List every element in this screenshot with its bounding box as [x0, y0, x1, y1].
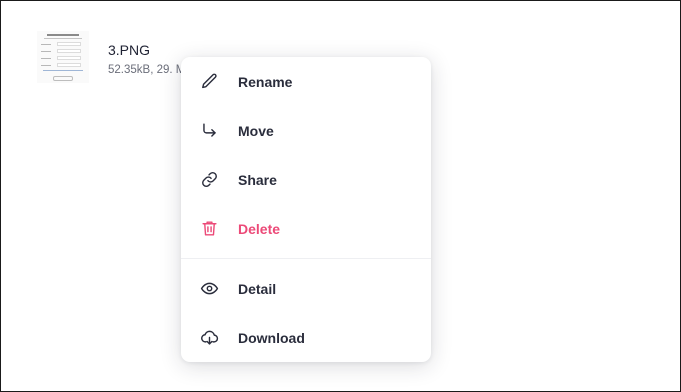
app-window: 3.PNG 52.35kB, 29. M Rename Move Share D… — [0, 0, 681, 392]
eye-icon — [200, 279, 219, 298]
menu-item-label: Move — [238, 122, 274, 139]
pencil-icon — [200, 72, 219, 91]
menu-item-label: Share — [238, 171, 277, 188]
context-menu: Rename Move Share Delete Detail Download — [181, 57, 431, 362]
menu-item-download[interactable]: Download — [181, 313, 431, 362]
menu-item-move[interactable]: Move — [181, 106, 431, 155]
menu-item-label: Detail — [238, 280, 277, 297]
menu-divider — [181, 258, 431, 259]
menu-item-delete[interactable]: Delete — [181, 204, 431, 253]
cloud-download-icon — [200, 328, 219, 347]
file-thumbnail[interactable] — [37, 31, 89, 83]
menu-item-rename[interactable]: Rename — [181, 57, 431, 106]
file-name[interactable]: 3.PNG — [108, 42, 150, 58]
menu-item-share[interactable]: Share — [181, 155, 431, 204]
link-icon — [200, 170, 219, 189]
menu-item-label: Download — [238, 329, 305, 346]
trash-icon — [200, 219, 219, 238]
menu-item-detail[interactable]: Detail — [181, 264, 431, 313]
file-meta: 52.35kB, 29. M — [108, 64, 186, 76]
menu-item-label: Rename — [238, 73, 293, 90]
arrow-turn-down-right-icon — [200, 121, 219, 140]
menu-item-label: Delete — [238, 220, 281, 237]
